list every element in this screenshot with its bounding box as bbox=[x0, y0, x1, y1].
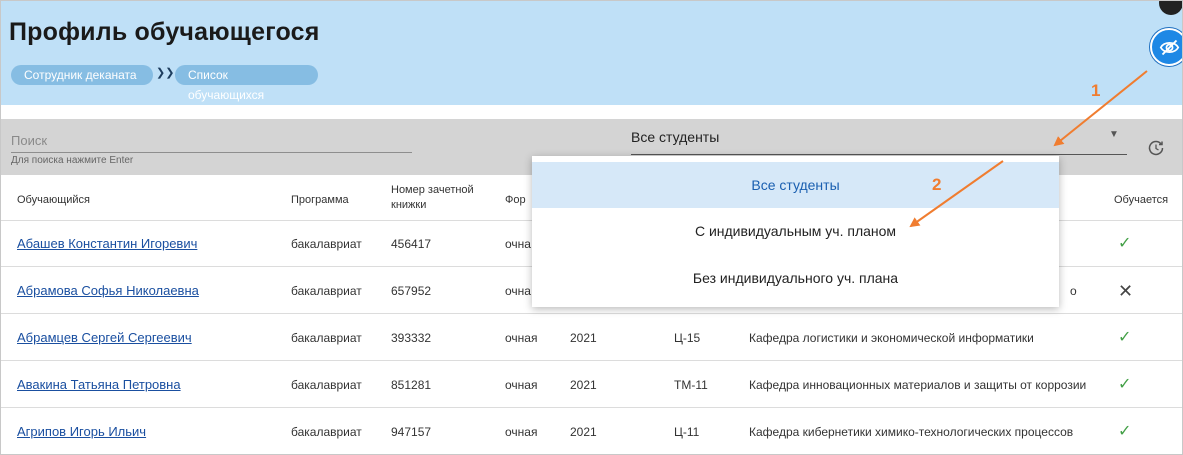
annotation-arrows bbox=[909, 70, 1148, 228]
arrow-step-1 bbox=[1053, 70, 1148, 147]
app-window: Профиль обучающегося Сотрудник деканата … bbox=[0, 0, 1183, 455]
annotation-step-2: 2 bbox=[932, 175, 942, 194]
arrow-step-2 bbox=[909, 160, 1004, 228]
annotation-step-1: 1 bbox=[1091, 81, 1101, 100]
